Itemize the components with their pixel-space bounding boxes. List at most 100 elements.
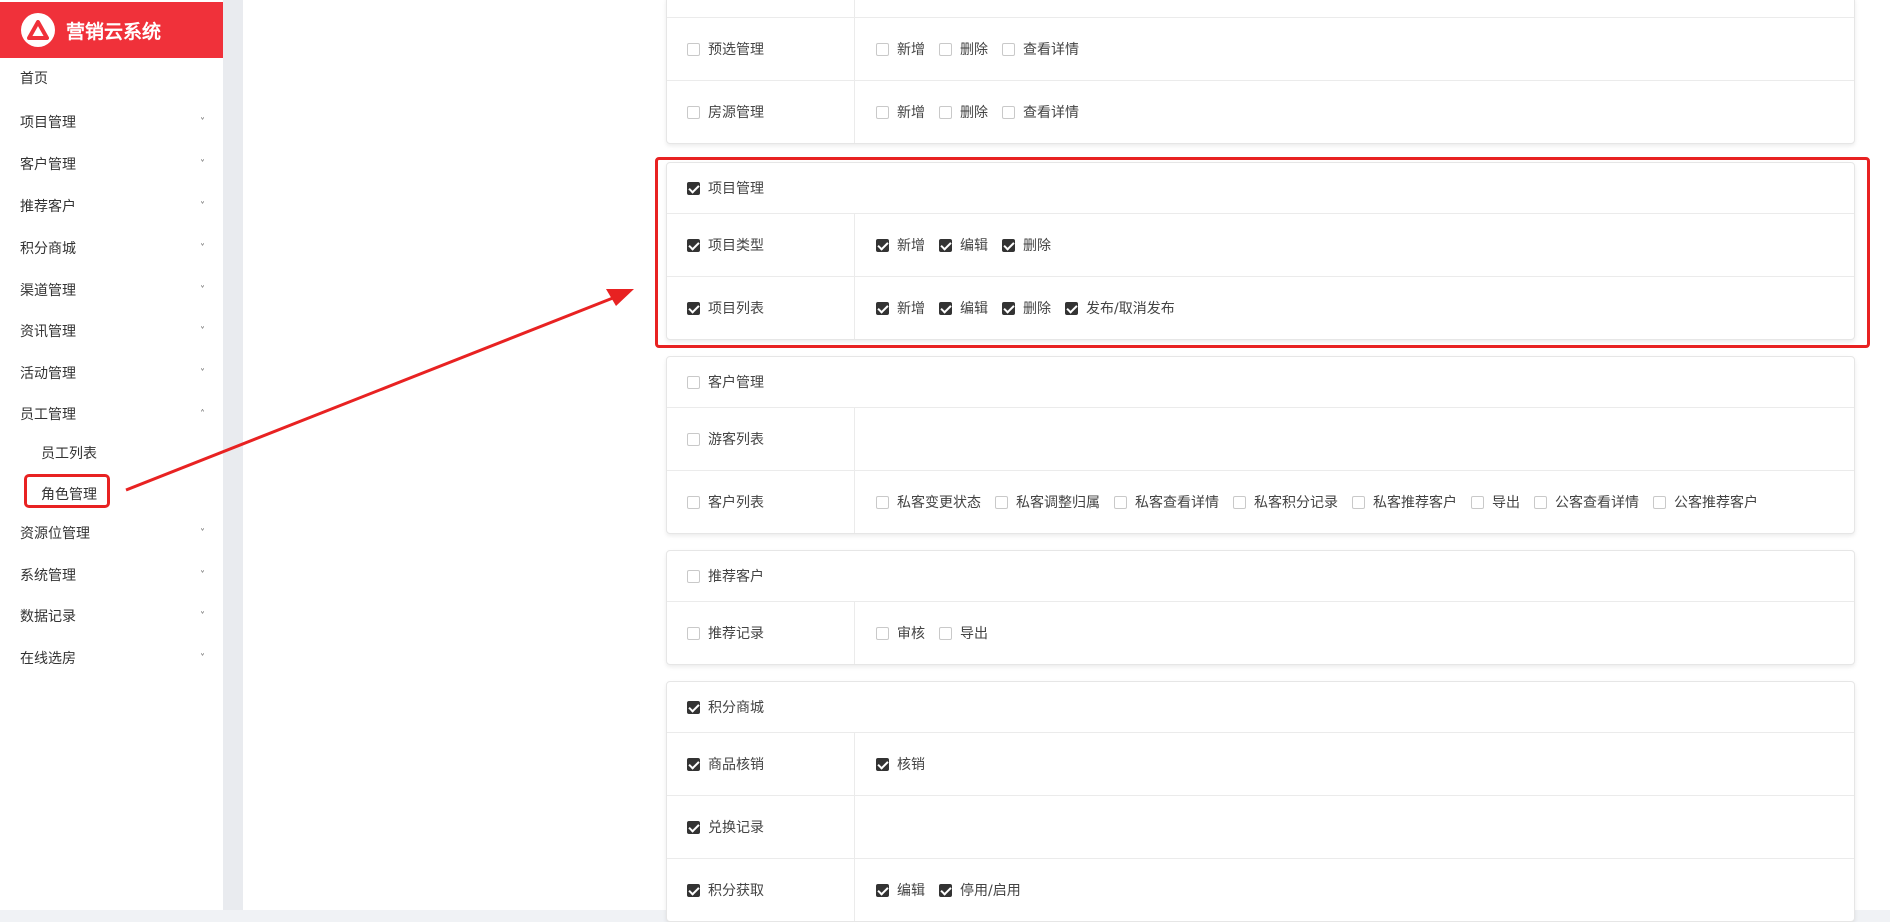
- checkbox[interactable]: [687, 238, 700, 252]
- action-checkbox-label[interactable]: 停用/启用: [939, 880, 1021, 900]
- checkbox[interactable]: [687, 757, 700, 771]
- checkbox[interactable]: [687, 42, 700, 56]
- sidebar-item-resource-slots[interactable]: 资源位管理 ˅: [20, 517, 207, 549]
- checkbox[interactable]: [687, 820, 700, 834]
- checkbox[interactable]: [876, 42, 889, 56]
- action-checkbox-label[interactable]: 核销: [876, 754, 925, 774]
- checkbox[interactable]: [1002, 238, 1015, 252]
- checkbox[interactable]: [687, 375, 700, 389]
- checkbox[interactable]: [876, 626, 889, 640]
- checkbox[interactable]: [876, 883, 889, 897]
- sidebar-item-home[interactable]: 首页: [20, 62, 207, 94]
- group-checkbox-label[interactable]: 推荐客户: [687, 566, 764, 586]
- checkbox[interactable]: [939, 301, 952, 315]
- checkbox[interactable]: [876, 238, 889, 252]
- action-checkbox-label[interactable]: 发布/取消发布: [1065, 298, 1175, 318]
- permission-checkbox-label[interactable]: 兑换记录: [687, 817, 764, 837]
- permission-checkbox-label[interactable]: 项目类型: [687, 235, 764, 255]
- sidebar-item-projects[interactable]: 项目管理 ˅: [20, 106, 207, 138]
- checkbox[interactable]: [939, 105, 952, 119]
- sidebar-item-system[interactable]: 系统管理 ˅: [20, 559, 207, 591]
- checkbox[interactable]: [876, 495, 889, 509]
- checkbox[interactable]: [1114, 495, 1127, 509]
- action-checkbox-label[interactable]: 删除: [1002, 235, 1051, 255]
- sidebar-item-referrals[interactable]: 推荐客户 ˅: [20, 190, 207, 222]
- action-checkbox-label[interactable]: 公客查看详情: [1534, 492, 1639, 512]
- permission-checkbox-label[interactable]: 预选管理: [687, 39, 764, 59]
- checkbox[interactable]: [1002, 301, 1015, 315]
- permission-checkbox-label[interactable]: 商品核销: [687, 754, 764, 774]
- sidebar-item-data-records[interactable]: 数据记录 ˅: [20, 600, 207, 632]
- sidebar-item-staff[interactable]: 员工管理 ˄: [20, 398, 207, 430]
- checkbox[interactable]: [1471, 495, 1484, 509]
- checkbox[interactable]: [687, 700, 700, 714]
- checkbox[interactable]: [939, 42, 952, 56]
- sidebar-item-online-housing[interactable]: 在线选房 ˅: [20, 642, 207, 674]
- checkbox[interactable]: [1653, 495, 1666, 509]
- checkbox[interactable]: [939, 883, 952, 897]
- action-checkbox-label[interactable]: 删除: [1002, 298, 1051, 318]
- checkbox[interactable]: [939, 238, 952, 252]
- action-checkbox-label[interactable]: 删除: [939, 102, 988, 122]
- action-checkbox-label[interactable]: 新增: [876, 39, 925, 59]
- sidebar-item-activities[interactable]: 活动管理 ˅: [20, 357, 207, 389]
- checkbox[interactable]: [687, 181, 700, 195]
- action-checkbox-label[interactable]: 私客积分记录: [1233, 492, 1338, 512]
- checkbox[interactable]: [939, 626, 952, 640]
- action-checkbox-label[interactable]: 查看详情: [1002, 39, 1079, 59]
- permission-checkbox-label[interactable]: 游客列表: [687, 429, 764, 449]
- action-checkbox-label[interactable]: 删除: [939, 39, 988, 59]
- permission-checkbox-label[interactable]: 积分获取: [687, 880, 764, 900]
- action-checkbox-label[interactable]: 导出: [1471, 492, 1520, 512]
- permission-checkbox-label[interactable]: 推荐记录: [687, 623, 764, 643]
- checkbox[interactable]: [1065, 301, 1078, 315]
- sidebar-item-label: 渠道管理: [20, 283, 76, 299]
- action-checkbox-label[interactable]: 私客推荐客户: [1352, 492, 1457, 512]
- checkbox[interactable]: [687, 626, 700, 640]
- action-checkbox-label[interactable]: 新增: [876, 235, 925, 255]
- permission-checkbox-label[interactable]: 房源管理: [687, 102, 764, 122]
- checkbox[interactable]: [1233, 495, 1246, 509]
- action-checkbox-label[interactable]: 私客调整归属: [995, 492, 1100, 512]
- brand-header[interactable]: 营销云系统: [0, 2, 223, 58]
- action-checkbox-label[interactable]: 私客变更状态: [876, 492, 981, 512]
- action-checkbox-label[interactable]: 新增: [876, 298, 925, 318]
- action-checkbox-label[interactable]: 私客查看详情: [1114, 492, 1219, 512]
- group-checkbox-label[interactable]: 项目管理: [687, 178, 764, 198]
- sidebar-item-points-mall[interactable]: 积分商城 ˅: [20, 232, 207, 264]
- sidebar-item-channels[interactable]: 渠道管理 ˅: [20, 274, 207, 306]
- sidebar-item-customers[interactable]: 客户管理 ˅: [20, 148, 207, 180]
- checkbox[interactable]: [1534, 495, 1547, 509]
- checkbox[interactable]: [995, 495, 1008, 509]
- checkbox[interactable]: [687, 569, 700, 583]
- group-checkbox-label[interactable]: 积分商城: [687, 697, 764, 717]
- checkbox[interactable]: [687, 883, 700, 897]
- checkbox[interactable]: [687, 432, 700, 446]
- action-label: 核销: [897, 757, 925, 773]
- permission-checkbox-label[interactable]: 客户列表: [687, 492, 764, 512]
- action-label: 新增: [897, 238, 925, 254]
- action-checkbox-label[interactable]: 编辑: [939, 298, 988, 318]
- sidebar-item-news[interactable]: 资讯管理 ˅: [20, 315, 207, 347]
- checkbox[interactable]: [687, 301, 700, 315]
- sidebar-subitem-staff-list[interactable]: 员工列表: [41, 438, 97, 468]
- action-checkbox-label[interactable]: 审核: [876, 623, 925, 643]
- checkbox[interactable]: [876, 757, 889, 771]
- action-checkbox-label[interactable]: 导出: [939, 623, 988, 643]
- group-checkbox-label[interactable]: 客户管理: [687, 372, 764, 392]
- action-checkbox-label[interactable]: 公客推荐客户: [1653, 492, 1758, 512]
- permission-row: [667, 0, 1854, 18]
- checkbox[interactable]: [1352, 495, 1365, 509]
- permission-checkbox-label[interactable]: 项目列表: [687, 298, 764, 318]
- action-checkbox-label[interactable]: 查看详情: [1002, 102, 1079, 122]
- action-checkbox-label[interactable]: 编辑: [939, 235, 988, 255]
- checkbox[interactable]: [687, 105, 700, 119]
- checkbox[interactable]: [876, 301, 889, 315]
- chevron-down-icon: ˅: [200, 367, 205, 379]
- checkbox[interactable]: [876, 105, 889, 119]
- checkbox[interactable]: [1002, 105, 1015, 119]
- checkbox[interactable]: [687, 495, 700, 509]
- action-checkbox-label[interactable]: 新增: [876, 102, 925, 122]
- checkbox[interactable]: [1002, 42, 1015, 56]
- action-checkbox-label[interactable]: 编辑: [876, 880, 925, 900]
